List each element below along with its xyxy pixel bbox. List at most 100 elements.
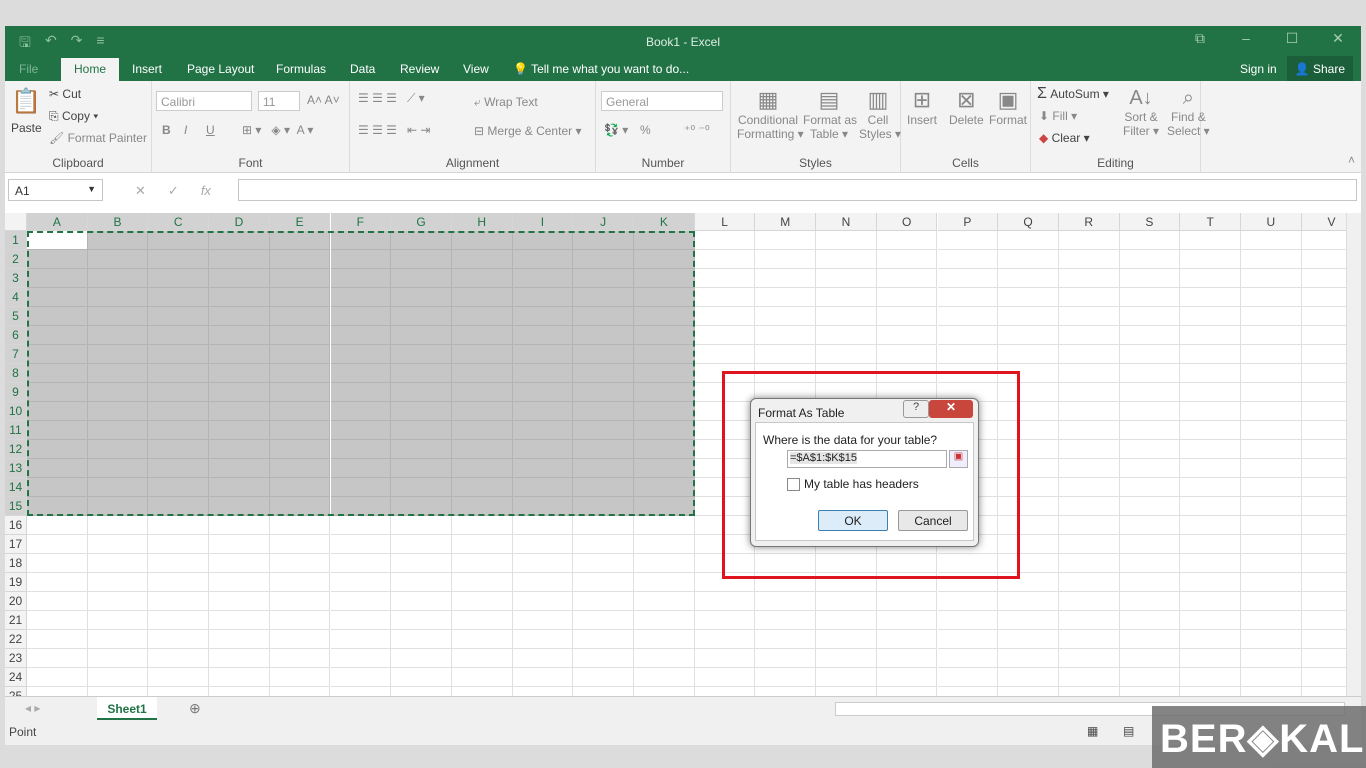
cell-P22[interactable] (937, 630, 999, 649)
cell-I13[interactable] (512, 459, 574, 478)
cell-O7[interactable] (876, 345, 938, 364)
enter-icon[interactable]: ✓ (168, 183, 179, 199)
cell-C17[interactable] (148, 535, 210, 554)
cell-U4[interactable] (1241, 288, 1302, 307)
cell-C22[interactable] (148, 630, 210, 649)
cell-J7[interactable] (573, 345, 634, 364)
cell-I16[interactable] (512, 516, 574, 535)
cell-M21[interactable] (755, 611, 817, 630)
cell-Q1[interactable] (998, 231, 1059, 250)
cell-V10[interactable] (1301, 402, 1346, 421)
row-header-2[interactable]: 2 (5, 250, 27, 269)
cell-O24[interactable] (876, 668, 938, 687)
cell-D10[interactable] (209, 402, 270, 421)
cell-K4[interactable] (634, 288, 695, 307)
cell-T19[interactable] (1180, 573, 1241, 592)
cell-E1[interactable] (269, 231, 331, 250)
cell-N2[interactable] (816, 250, 877, 269)
cell-R4[interactable] (1058, 288, 1120, 307)
cell-C3[interactable] (148, 269, 210, 288)
cell-H7[interactable] (451, 345, 513, 364)
cell-C11[interactable] (148, 421, 210, 440)
cell-J9[interactable] (573, 383, 634, 402)
cell-T24[interactable] (1180, 668, 1241, 687)
cell-L23[interactable] (694, 649, 756, 668)
cell-A7[interactable] (27, 345, 88, 364)
insert-cells-button[interactable]: ⊞ Insert (907, 87, 937, 127)
cell-T21[interactable] (1180, 611, 1241, 630)
cell-R1[interactable] (1058, 231, 1120, 250)
cell-R7[interactable] (1058, 345, 1120, 364)
cell-D5[interactable] (209, 307, 270, 326)
cell-F10[interactable] (330, 402, 392, 421)
cell-H23[interactable] (451, 649, 513, 668)
row-header-23[interactable]: 23 (5, 649, 27, 668)
cell-R20[interactable] (1058, 592, 1120, 611)
cell-O20[interactable] (876, 592, 938, 611)
cell-D22[interactable] (209, 630, 270, 649)
cell-M25[interactable] (755, 687, 817, 696)
cell-Q25[interactable] (998, 687, 1059, 696)
cell-U20[interactable] (1241, 592, 1302, 611)
cell-F13[interactable] (330, 459, 392, 478)
cell-F14[interactable] (330, 478, 392, 497)
cell-V6[interactable] (1301, 326, 1346, 345)
cell-F9[interactable] (330, 383, 392, 402)
cell-C14[interactable] (148, 478, 210, 497)
cell-G2[interactable] (391, 250, 452, 269)
cell-M24[interactable] (755, 668, 817, 687)
cell-T3[interactable] (1180, 269, 1241, 288)
cell-V25[interactable] (1302, 687, 1346, 696)
cell-D23[interactable] (209, 649, 270, 668)
cell-N4[interactable] (816, 288, 877, 307)
cell-U19[interactable] (1241, 573, 1302, 592)
cell-C15[interactable] (148, 497, 210, 516)
cell-K17[interactable] (634, 535, 695, 554)
cell-U1[interactable] (1241, 231, 1302, 250)
font-name-select[interactable]: Calibri (156, 91, 252, 111)
cell-J25[interactable] (573, 687, 634, 696)
close-button[interactable]: ✕ (1315, 30, 1361, 47)
cell-V5[interactable] (1301, 307, 1346, 326)
sheet-tab-sheet1[interactable]: Sheet1 (97, 697, 157, 721)
cell-O2[interactable] (876, 250, 938, 269)
cell-H14[interactable] (451, 478, 513, 497)
cell-C20[interactable] (148, 592, 210, 611)
cell-T25[interactable] (1180, 687, 1241, 696)
cell-T6[interactable] (1180, 326, 1241, 345)
cell-A20[interactable] (27, 592, 88, 611)
cell-H13[interactable] (451, 459, 513, 478)
cell-K20[interactable] (634, 592, 695, 611)
cell-S13[interactable] (1119, 459, 1181, 478)
cell-G16[interactable] (391, 516, 452, 535)
cell-Q7[interactable] (998, 345, 1059, 364)
cell-Q24[interactable] (998, 668, 1059, 687)
tab-data[interactable]: Data (350, 62, 375, 76)
cell-I11[interactable] (512, 421, 574, 440)
cell-R21[interactable] (1058, 611, 1120, 630)
cell-J8[interactable] (573, 364, 634, 383)
cell-H1[interactable] (451, 231, 513, 250)
cell-H6[interactable] (451, 326, 513, 345)
cell-N24[interactable] (816, 668, 877, 687)
cell-D18[interactable] (209, 554, 270, 573)
cell-R25[interactable] (1059, 687, 1120, 696)
cell-S9[interactable] (1119, 383, 1181, 402)
cell-L6[interactable] (694, 326, 756, 345)
cell-J1[interactable] (573, 231, 634, 250)
cell-G9[interactable] (391, 383, 452, 402)
cell-H16[interactable] (451, 516, 513, 535)
cell-R23[interactable] (1058, 649, 1120, 668)
row-header-15[interactable]: 15 (5, 497, 27, 516)
column-header-C[interactable]: C (148, 213, 210, 231)
help-button[interactable]: ? (903, 400, 929, 418)
clear-button[interactable]: ◆ Clear ▾ (1039, 131, 1090, 145)
row-header-5[interactable]: 5 (5, 307, 27, 326)
cell-V15[interactable] (1301, 497, 1346, 516)
cut-button[interactable]: ✂ Cut (49, 87, 81, 101)
row-header-7[interactable]: 7 (5, 345, 27, 364)
row-header-12[interactable]: 12 (5, 440, 27, 459)
cancel-button[interactable]: Cancel (898, 510, 968, 531)
cell-E8[interactable] (269, 364, 331, 383)
column-header-T[interactable]: T (1180, 213, 1241, 231)
